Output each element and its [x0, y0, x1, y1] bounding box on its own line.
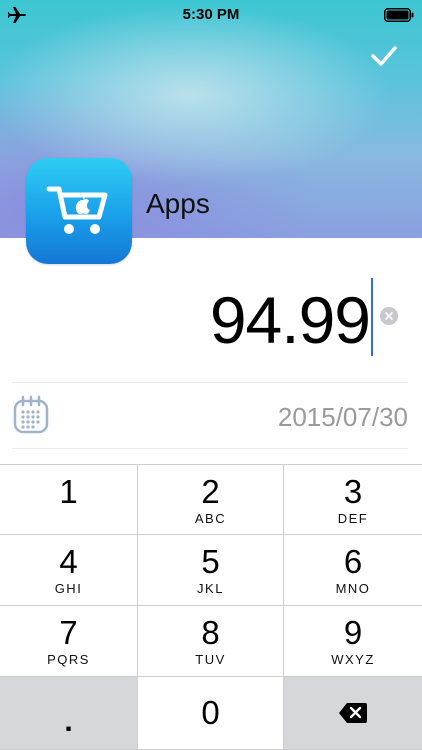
key-letters: TUV: [195, 652, 226, 667]
key-0[interactable]: 0: [138, 677, 284, 750]
key-letters: ABC: [194, 510, 227, 526]
date-value[interactable]: 2015/07/30: [278, 402, 408, 433]
key-letters: DEF: [337, 510, 369, 526]
divider: [12, 382, 408, 383]
key-3[interactable]: 3 DEF: [284, 464, 422, 535]
divider: [12, 448, 408, 449]
status-time: 5:30 PM: [182, 6, 240, 23]
key-digit: 9: [343, 614, 363, 651]
checkmark-icon: [371, 46, 397, 66]
key-6[interactable]: 6 MNO: [284, 535, 422, 606]
key-decimal[interactable]: .: [0, 677, 138, 750]
key-2[interactable]: 2 ABC: [138, 464, 284, 535]
key-digit: 2: [201, 472, 220, 510]
key-5[interactable]: 5 JKL: [138, 535, 284, 606]
key-letters: MNO: [335, 581, 371, 596]
clear-icon: [385, 312, 393, 320]
app-name: Apps: [146, 188, 210, 219]
numeric-keypad: 1 2 ABC 3 DEF 4 GHI 5 JKL 6 MNO 7 PQRS 8…: [0, 464, 422, 750]
key-digit: 4: [59, 543, 78, 580]
key-digit: 3: [343, 472, 363, 510]
key-letters: PQRS: [47, 652, 90, 667]
key-7[interactable]: 7 PQRS: [0, 606, 138, 677]
key-letters: JKL: [197, 581, 224, 596]
calendar-icon[interactable]: [12, 395, 50, 435]
key-letters: GHI: [54, 581, 83, 596]
key-digit: 6: [343, 543, 363, 580]
key-digit: 7: [59, 614, 78, 651]
date-row: 2015/07/30: [0, 385, 422, 447]
battery-icon: [384, 8, 414, 22]
key-4[interactable]: 4 GHI: [0, 535, 138, 606]
app-store-cart-icon: [26, 158, 132, 264]
key-digit: 8: [201, 614, 220, 651]
key-9[interactable]: 9 WXYZ: [284, 606, 422, 677]
confirm-button[interactable]: [368, 40, 400, 72]
clear-button[interactable]: [380, 307, 398, 325]
status-bar: 5:30 PM: [0, 0, 422, 30]
key-letters: WXYZ: [331, 652, 375, 667]
key-digit: 5: [201, 543, 220, 580]
amount-input[interactable]: 94.99: [210, 282, 371, 358]
key-digit: 0: [201, 694, 220, 731]
key-decimal-label: .: [64, 705, 73, 738]
key-delete[interactable]: [284, 677, 422, 750]
key-digit: 1: [59, 472, 78, 510]
amount-row: 94.99: [0, 270, 422, 380]
key-8[interactable]: 8 TUV: [138, 606, 284, 677]
text-cursor: [371, 278, 373, 356]
key-1[interactable]: 1: [0, 464, 138, 535]
backspace-icon: [339, 703, 367, 723]
